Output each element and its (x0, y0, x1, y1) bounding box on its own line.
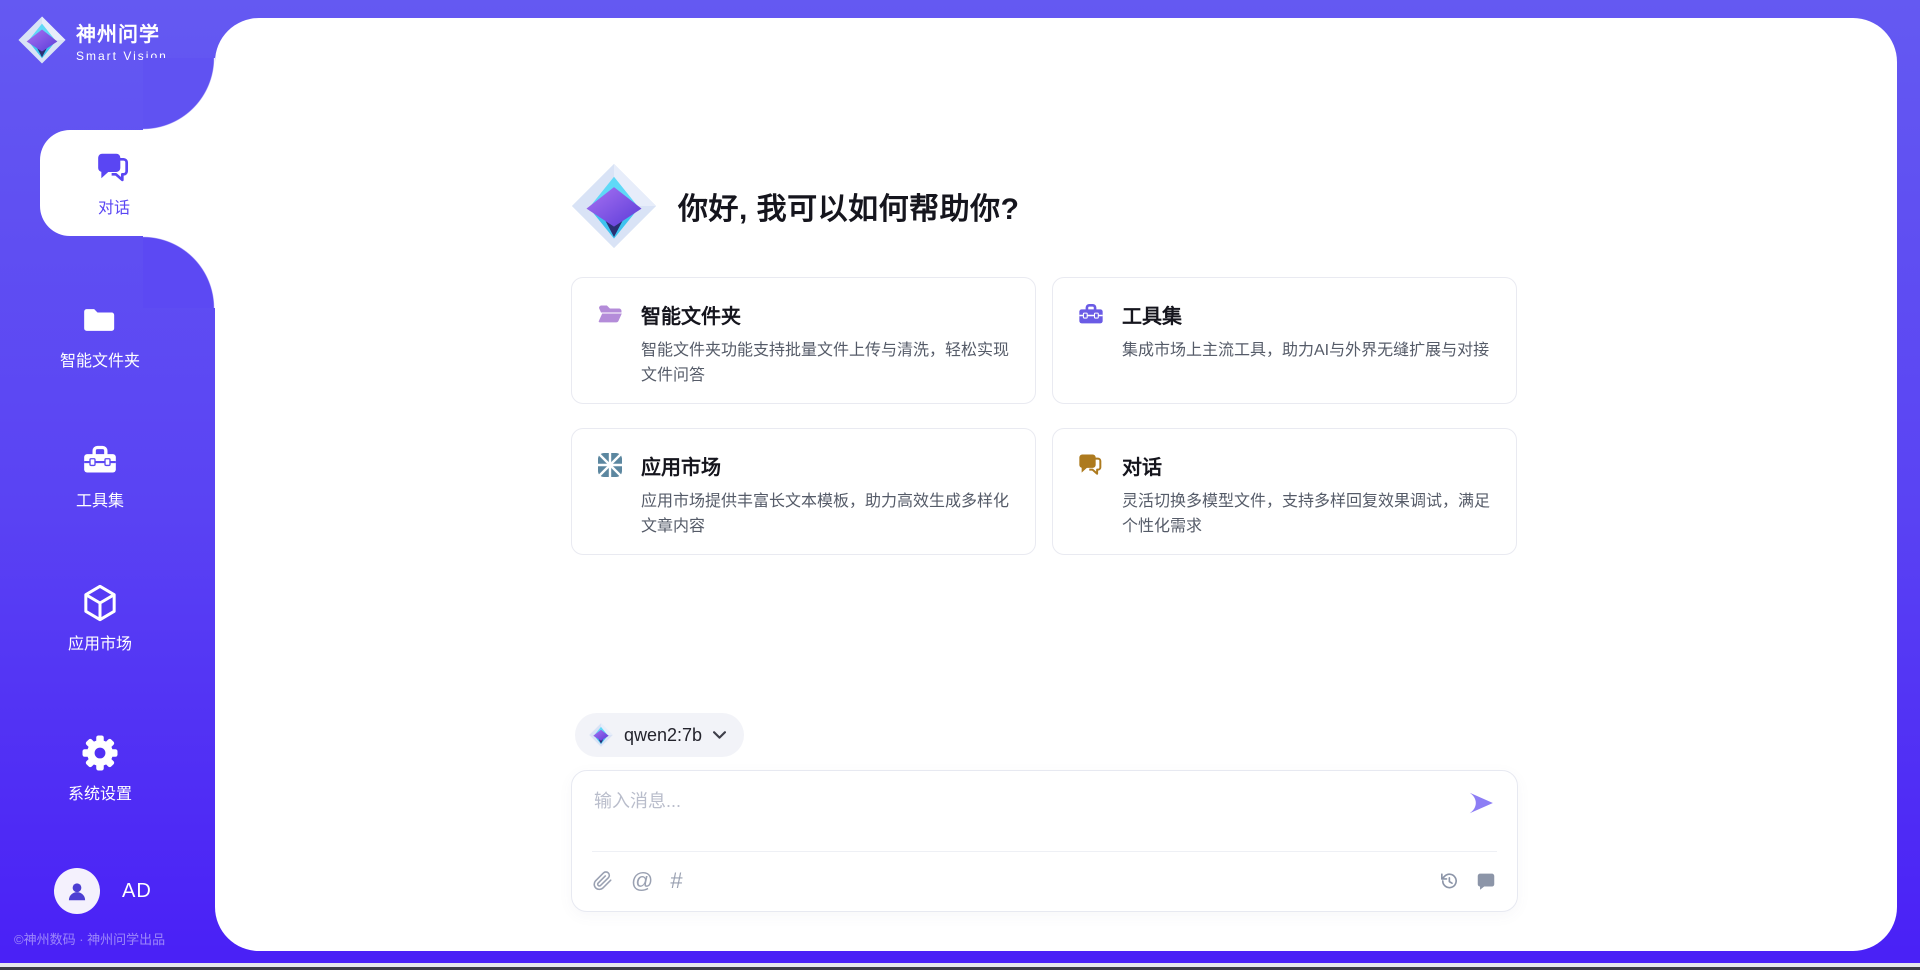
hero-logo-icon (571, 163, 657, 249)
chat-icon (95, 149, 133, 187)
card-title: 应用市场 (641, 451, 1011, 480)
app-root: 神州问学 Smart Vision 对话 智能文件夹 工具集 (0, 0, 1920, 970)
hero: 你好, 我可以如何帮助你? (571, 163, 1020, 249)
card-description: 智能文件夹功能支持批量文件上传与清洗，轻松实现文件问答 (641, 338, 1011, 388)
folder-icon (80, 300, 120, 340)
brand-name: 神州问学 (76, 18, 168, 47)
main-panel: 你好, 我可以如何帮助你? 智能文件夹 智能文件夹功能支持批量文件上传与清洗，轻… (215, 18, 1897, 951)
message-input[interactable] (594, 787, 1454, 839)
cube-icon (80, 583, 120, 623)
open-folder-icon (596, 300, 624, 328)
card-smart-folder[interactable]: 智能文件夹 智能文件夹功能支持批量文件上传与清洗，轻松实现文件问答 (571, 277, 1036, 404)
card-toolset[interactable]: 工具集 集成市场上主流工具，助力AI与外界无缝扩展与对接 (1052, 277, 1517, 404)
user-initials: AD (122, 880, 152, 903)
hashtag-icon[interactable]: # (670, 870, 682, 892)
avatar (54, 868, 100, 914)
card-description: 灵活切换多模型文件，支持多样回复效果调试，满足个性化需求 (1122, 489, 1492, 539)
chevron-down-icon (713, 731, 726, 740)
card-chat[interactable]: 对话 灵活切换多模型文件，支持多样回复效果调试，满足个性化需求 (1052, 428, 1517, 555)
toolbox-icon (80, 440, 120, 480)
tab-fillet-top (143, 58, 215, 130)
composer-tools-left: @ # (592, 870, 683, 892)
send-button[interactable] (1465, 788, 1497, 820)
message-composer: @ # (571, 770, 1518, 912)
brand: 神州问学 Smart Vision (18, 16, 168, 64)
sidebar-item-label: 应用市场 (68, 630, 132, 654)
sidebar-item-label: 系统设置 (68, 780, 132, 804)
mention-icon[interactable]: @ (631, 870, 653, 892)
composer-tools-right (1438, 870, 1497, 892)
send-icon (1466, 788, 1496, 818)
sidebar-item-smart-folder[interactable]: 智能文件夹 (0, 300, 200, 371)
sidebar-item-label: 对话 (98, 194, 130, 218)
brand-logo-icon (18, 16, 66, 64)
person-icon (64, 878, 90, 904)
sidebar-item-settings[interactable]: 系统设置 (0, 733, 200, 804)
history-icon[interactable] (1438, 870, 1460, 892)
card-description: 应用市场提供丰富长文本模板，助力高效生成多样化文章内容 (641, 489, 1011, 539)
tab-fillet-bottom (143, 236, 215, 308)
composer-input-area (572, 771, 1517, 851)
attachment-icon[interactable] (592, 870, 614, 892)
card-title: 智能文件夹 (641, 300, 1011, 329)
greeting-title: 你好, 我可以如何帮助你? (678, 184, 1020, 228)
window-bottom-scrollbar[interactable] (0, 963, 1920, 970)
model-logo-icon (589, 723, 613, 747)
chat-icon (1077, 451, 1105, 479)
model-name: qwen2:7b (624, 725, 702, 746)
card-title: 工具集 (1122, 300, 1489, 329)
sidebar-item-toolset[interactable]: 工具集 (0, 440, 200, 511)
sidebar-item-label: 工具集 (76, 487, 124, 511)
user-profile[interactable]: AD (54, 868, 152, 914)
sidebar-item-label: 智能文件夹 (60, 347, 140, 371)
card-description: 集成市场上主流工具，助力AI与外界无缝扩展与对接 (1122, 338, 1489, 363)
conversation-icon[interactable] (1475, 870, 1497, 892)
briefcase-icon (1077, 300, 1105, 328)
grid-icon (596, 451, 624, 479)
model-selector[interactable]: qwen2:7b (575, 713, 744, 757)
sidebar-item-app-market[interactable]: 应用市场 (0, 583, 200, 654)
card-app-market[interactable]: 应用市场 应用市场提供丰富长文本模板，助力高效生成多样化文章内容 (571, 428, 1036, 555)
feature-cards: 智能文件夹 智能文件夹功能支持批量文件上传与清洗，轻松实现文件问答 工具集 集成… (571, 277, 1517, 555)
card-title: 对话 (1122, 451, 1492, 480)
sidebar-footer: ©神州数码 · 神州问学出品 (14, 929, 165, 948)
gear-icon (80, 733, 120, 773)
sidebar-item-chat[interactable]: 对话 (40, 130, 222, 236)
composer-toolbar: @ # (592, 851, 1497, 910)
